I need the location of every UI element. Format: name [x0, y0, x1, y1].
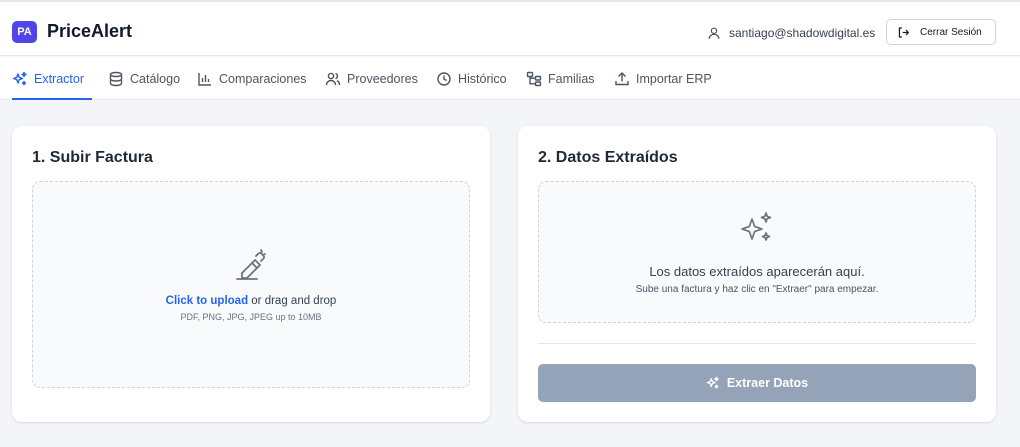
- logout-icon: [898, 26, 910, 38]
- hierarchy-icon: [526, 71, 542, 86]
- divider: [538, 343, 976, 344]
- tab-importar-erp[interactable]: Importar ERP: [614, 57, 712, 100]
- extracted-placeholder: Los datos extraídos aparecerán aquí. Sub…: [538, 181, 976, 323]
- tab-label: Extractor: [34, 71, 85, 86]
- extract-button-label: Extraer Datos: [726, 376, 809, 390]
- clock-icon: [437, 71, 451, 86]
- tab-extractor[interactable]: Extractor: [12, 57, 92, 100]
- tab-familias[interactable]: Familias: [526, 57, 595, 100]
- tab-label: Importar ERP: [636, 71, 712, 86]
- sparkles-icon: [741, 212, 772, 241]
- extracted-card-title: 2. Datos Extraídos: [538, 149, 678, 166]
- empty-state-title: Los datos extraídos aparecerán aquí.: [649, 264, 865, 279]
- app-logo: PA: [12, 21, 37, 43]
- user-info: santiago@shadowdigital.es: [707, 24, 875, 42]
- upload-icon: [615, 71, 629, 85]
- empty-state-subtitle: Sube una factura y haz clic en "Extraer"…: [635, 284, 879, 295]
- bar-chart-icon: [198, 72, 211, 86]
- top-header: PA PriceAlert santiago@shadowdigital.es …: [0, 0, 1020, 56]
- file-dropzone[interactable]: Click to upload or drag and drop PDF, PN…: [32, 181, 470, 388]
- tab-historico[interactable]: Histórico: [436, 57, 507, 100]
- click-to-upload-link[interactable]: Click to upload: [166, 295, 248, 307]
- file-type-hint: PDF, PNG, JPG, JPEG up to 10MB: [180, 312, 322, 322]
- tab-label: Catálogo: [130, 71, 181, 86]
- upload-card: 1. Subir Factura Click to upload or drag…: [12, 126, 490, 422]
- tab-label: Proveedores: [347, 71, 418, 86]
- extracted-data-card: 2. Datos Extraídos Los datos extraídos a…: [518, 126, 996, 422]
- extract-data-button[interactable]: Extraer Datos: [538, 364, 976, 402]
- sparkles-icon: [12, 71, 27, 85]
- logout-label: Cerrar Sesión: [920, 26, 982, 38]
- pen-upload-icon: [236, 249, 266, 280]
- tab-label: Comparaciones: [219, 71, 307, 86]
- tab-comparaciones[interactable]: Comparaciones: [197, 57, 307, 100]
- upload-card-title: 1. Subir Factura: [32, 149, 153, 166]
- drag-drop-text: or drag and drop: [248, 295, 337, 307]
- tab-catalogo[interactable]: Catálogo: [108, 57, 180, 100]
- dropzone-instructions: Click to upload or drag and drop: [33, 295, 469, 307]
- app-title: PriceAlert: [47, 21, 133, 41]
- tab-label: Familias: [548, 71, 595, 86]
- logout-button[interactable]: Cerrar Sesión: [886, 19, 996, 45]
- user-icon: [708, 27, 720, 39]
- sparkles-icon: [706, 376, 719, 389]
- tab-proveedores[interactable]: Proveedores: [325, 57, 418, 100]
- users-icon: [325, 72, 341, 85]
- database-icon: [109, 71, 123, 86]
- main-nav: Extractor Catálogo Comparaciones Proveed…: [0, 57, 1020, 100]
- user-email: santiago@shadowdigital.es: [729, 26, 876, 40]
- tab-label: Histórico: [458, 71, 507, 86]
